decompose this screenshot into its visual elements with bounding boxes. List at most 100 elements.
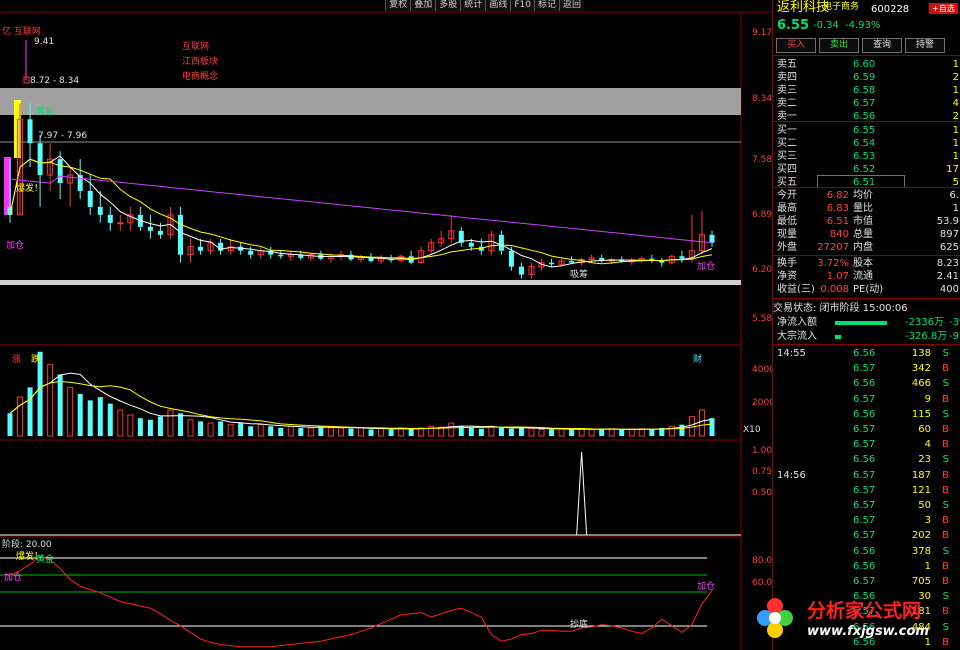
chart-canvas[interactable] bbox=[0, 0, 772, 650]
book-row[interactable]: 卖二 6.57 4 bbox=[773, 97, 960, 110]
candle-body bbox=[198, 246, 204, 251]
candle-body bbox=[57, 159, 63, 184]
add-watchlist-button[interactable]: +自选 bbox=[929, 3, 958, 14]
tick-volume: 4 bbox=[924, 439, 931, 451]
tick-volume: 138 bbox=[911, 348, 931, 359]
stat-label: 收益(三) bbox=[777, 284, 815, 295]
candle-body bbox=[508, 250, 514, 267]
alert-button[interactable]: 持警 bbox=[905, 38, 945, 53]
tick-volume: 705 bbox=[911, 576, 931, 587]
book-row[interactable]: 卖四 6.59 2 bbox=[773, 71, 960, 84]
tick-row: 6.57 705 B bbox=[773, 575, 960, 588]
toolbar-button[interactable]: 统计 bbox=[460, 0, 486, 11]
toolbar-button[interactable]: F10 bbox=[510, 0, 534, 11]
book-row[interactable]: 买二 6.54 1 bbox=[773, 137, 960, 150]
tick-side: S bbox=[942, 408, 949, 420]
book-price: 6.54 bbox=[853, 138, 876, 149]
candle-body bbox=[709, 234, 715, 243]
tick-side: B bbox=[942, 469, 949, 481]
volume-bar bbox=[248, 426, 254, 436]
kline-chart-area[interactable]: 复权 叠加 多股 统计 画线 F10 标记 返回 亿 互联网 互联网 江西板块 电商概念 9.… bbox=[0, 0, 781, 650]
stat-row: 收益(三) 0.008 PE(动) 400 bbox=[773, 283, 960, 296]
tick-price: 6.57 bbox=[853, 576, 876, 587]
sell-button[interactable]: 卖出 bbox=[819, 38, 859, 53]
volume-bar bbox=[137, 418, 143, 436]
netflow-tail: -39 bbox=[949, 317, 960, 328]
stat-label: 流通 bbox=[853, 271, 873, 282]
volume-bar bbox=[388, 429, 394, 436]
buy-button[interactable]: 买入 bbox=[776, 38, 816, 53]
site-title: 亿 互联网 bbox=[2, 27, 41, 37]
candle-body bbox=[107, 214, 113, 223]
stat-value: 27207 bbox=[817, 242, 849, 253]
tick-price: 6.56 bbox=[853, 545, 876, 557]
tick-volume: 3 bbox=[924, 515, 931, 527]
volume-bar bbox=[87, 400, 93, 436]
book-label: 卖五 bbox=[777, 59, 797, 70]
stat-label: 换手 bbox=[777, 258, 797, 269]
add-signal-label-2: 加仓 bbox=[697, 262, 716, 272]
gold-signal-label: 黄金 bbox=[36, 107, 55, 117]
book-volume: 4 bbox=[952, 98, 959, 109]
netflow-value: -2336万 bbox=[905, 317, 945, 328]
volume-bar bbox=[278, 427, 284, 436]
book-price: 6.59 bbox=[853, 72, 876, 83]
book-row[interactable]: 买一 6.55 1 bbox=[773, 124, 960, 137]
volume-bar bbox=[518, 427, 524, 436]
stat-label: 净资 bbox=[777, 271, 797, 282]
volume-bar bbox=[77, 393, 83, 436]
book-row[interactable]: 卖三 6.58 1 bbox=[773, 84, 960, 97]
stat-label: 股本 bbox=[853, 258, 873, 269]
candle-body bbox=[468, 242, 474, 247]
add-signal-label: 加仓 bbox=[6, 241, 25, 251]
logo-text: 分析家公式网 bbox=[807, 600, 922, 622]
axis-tick-label: 5.58 bbox=[752, 314, 773, 324]
candle-body bbox=[518, 266, 524, 275]
tick-side: S bbox=[942, 454, 949, 466]
toolbar-button[interactable]: 叠加 bbox=[410, 0, 436, 11]
toolbar-button[interactable]: 标记 bbox=[533, 0, 559, 11]
book-row[interactable]: 买三 6.53 1 bbox=[773, 150, 960, 163]
stat-row: 最高 6.83 量比 1 bbox=[773, 202, 960, 215]
toolbar-button[interactable]: 多股 bbox=[435, 0, 461, 11]
stat-label: 量比 bbox=[853, 203, 873, 214]
volume-bar bbox=[569, 429, 575, 436]
tick-side: B bbox=[942, 424, 949, 435]
tick-volume: 60 bbox=[918, 424, 931, 435]
volume-unit: X10 bbox=[743, 425, 761, 435]
candle-body bbox=[97, 206, 103, 215]
tick-side: B bbox=[942, 576, 949, 587]
volume-bar bbox=[268, 426, 274, 436]
stat-row: 换手 3.72% 股本 8.23 bbox=[773, 257, 960, 270]
book-row[interactable]: 卖五 6.60 1 bbox=[773, 58, 960, 71]
book-label: 买四 bbox=[777, 164, 797, 175]
tick-row: 6.57 4 B bbox=[773, 438, 960, 451]
tick-volume: 50 bbox=[918, 500, 931, 511]
volume-bar bbox=[147, 419, 153, 436]
stat-row: 今开 6.82 均价 6. bbox=[773, 189, 960, 202]
book-volume: 17 bbox=[946, 164, 959, 175]
book-label: 卖二 bbox=[777, 98, 797, 109]
book-price: 6.60 bbox=[853, 59, 876, 70]
stat-value: 400 bbox=[939, 284, 959, 295]
tick-side: S bbox=[942, 348, 949, 359]
volume-bar bbox=[649, 429, 655, 436]
flower-logo-icon bbox=[757, 598, 793, 638]
candle-body bbox=[117, 222, 124, 225]
query-button[interactable]: 查询 bbox=[862, 38, 902, 53]
concept-1: 互联网 bbox=[182, 42, 210, 52]
stat-value: 1.07 bbox=[826, 271, 849, 282]
tick-side: S bbox=[942, 545, 949, 557]
candle-body bbox=[679, 256, 685, 259]
watermark-logo: 分析家公式网 www.fxjgsw.com bbox=[755, 588, 960, 650]
toolbar-button[interactable]: 画线 bbox=[485, 0, 511, 11]
volume-bar bbox=[709, 418, 715, 436]
toolbar-button[interactable]: 复权 bbox=[385, 0, 411, 11]
tick-price: 6.57 bbox=[853, 530, 876, 542]
volume-bar bbox=[348, 428, 354, 436]
tick-side: B bbox=[942, 484, 949, 496]
tick-price: 6.56 bbox=[853, 348, 876, 359]
axis-tick-label: 6.89 bbox=[752, 209, 773, 220]
toolbar-button[interactable]: 返回 bbox=[558, 0, 584, 11]
stat-row: 净资 1.07 流通 2.41 bbox=[773, 270, 960, 283]
